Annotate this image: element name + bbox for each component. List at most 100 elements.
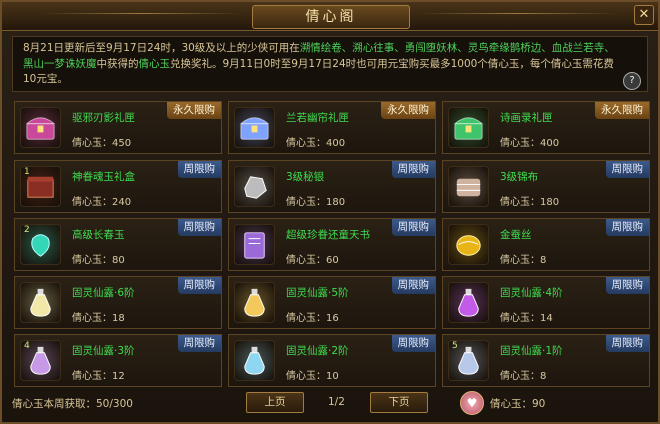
limit-badge: 周限购 [177, 335, 221, 352]
item-slot[interactable] [234, 282, 275, 323]
item-name: 固灵仙露·3阶 [72, 345, 135, 357]
item-card[interactable]: 诗画录礼匣倩心玉：400 永久限购 [442, 101, 650, 154]
item-level: 1 [24, 167, 30, 177]
close-button[interactable]: ✕ [634, 5, 654, 25]
item-slot[interactable]: 1 [20, 166, 61, 207]
item-card[interactable]: 超级珍眷还童天书 倩心玉：60 周限购 [228, 218, 436, 271]
item-price: 倩心玉：12 [72, 367, 125, 382]
limit-badge: 周限购 [391, 219, 435, 236]
heart-jade-icon: ♥ [460, 391, 484, 415]
price-label: 倩心玉： [286, 255, 326, 266]
item-slot[interactable]: 5 [448, 340, 489, 381]
next-page-button[interactable]: 下页 [370, 392, 428, 413]
item-card[interactable]: 2 高级长春玉 倩心玉：80 周限购 [14, 218, 222, 271]
item-name: 诗画录礼匣 [500, 112, 553, 124]
title-ornament-left [42, 13, 242, 14]
item-card[interactable]: 固灵仙露·4阶 倩心玉：14 周限购 [442, 276, 650, 329]
price-value: 180 [326, 197, 346, 208]
prev-page-button[interactable]: 上页 [246, 392, 304, 413]
price-label: 倩心玉： [286, 371, 326, 382]
item-card[interactable]: 驱邪刃影礼匣 倩心玉：450 永久限购 [14, 101, 222, 154]
item-card[interactable]: 3级锦布 倩心玉：180 周限购 [442, 160, 650, 213]
limit-badge: 永久限购 [167, 102, 221, 119]
item-price: 倩心玉：18 [72, 309, 125, 324]
item-slot[interactable]: 2 [20, 224, 61, 265]
price-label: 倩心玉： [286, 138, 326, 149]
price-label: 倩心玉： [286, 197, 326, 208]
price-value: 14 [540, 313, 553, 324]
item-card[interactable]: 1 神眷魂玉礼盒 倩心玉：240 周限购 [14, 160, 222, 213]
item-potion-icon [458, 288, 479, 317]
item-card[interactable]: 4 固灵仙露·3阶 倩心玉：12 周限购 [14, 334, 222, 387]
item-price: 倩心玉：240 [72, 193, 131, 208]
item-name: 固灵仙露·2阶 [286, 345, 349, 357]
item-price: 倩心玉：400 [500, 134, 559, 149]
item-chest-icon [239, 117, 270, 140]
limit-badge: 永久限购 [595, 102, 649, 119]
limit-badge: 周限购 [605, 277, 649, 294]
item-name: 金蚕丝 [500, 229, 532, 241]
item-card[interactable]: 5 固灵仙露·1阶 倩心玉：8 周限购 [442, 334, 650, 387]
item-slot[interactable] [20, 107, 61, 148]
price-value: 450 [112, 138, 132, 149]
item-slot[interactable] [20, 282, 61, 323]
notice-highlight-currency: 倩心玉 [138, 57, 171, 70]
price-label: 倩心玉： [72, 255, 112, 266]
item-slot[interactable] [448, 166, 489, 207]
item-name: 高级长春玉 [72, 229, 125, 241]
limit-badge: 周限购 [391, 335, 435, 352]
limit-badge: 周限购 [391, 277, 435, 294]
notice-text-1: 8月21日更新后至9月17日24时，30级及以上的少侠可用在 [23, 42, 300, 54]
item-price: 倩心玉：180 [286, 193, 345, 208]
item-silk-icon [456, 235, 481, 256]
price-label: 倩心玉： [500, 255, 540, 266]
item-price: 倩心玉：8 [500, 367, 546, 382]
item-slot[interactable] [448, 224, 489, 265]
item-chest-icon [25, 117, 56, 140]
store-window: 倩心阁 ✕ 8月21日更新后至9月17日24时，30级及以上的少侠可用在溯情绘卷… [0, 0, 660, 424]
price-label: 倩心玉： [72, 371, 112, 382]
price-value: 10 [326, 371, 339, 382]
window-title: 倩心阁 [252, 5, 410, 29]
price-value: 18 [112, 313, 125, 324]
item-card[interactable]: 固灵仙露·5阶 倩心玉：16 周限购 [228, 276, 436, 329]
item-card[interactable]: 固灵仙露·2阶 倩心玉：10 周限购 [228, 334, 436, 387]
item-price: 倩心玉：400 [286, 134, 345, 149]
item-slot[interactable] [234, 107, 275, 148]
item-card[interactable]: 兰若幽帘礼匣 倩心玉：400 永久限购 [228, 101, 436, 154]
item-slot[interactable] [234, 166, 275, 207]
limit-badge: 周限购 [605, 335, 649, 352]
item-card[interactable]: 3级秘银倩心玉：180 周限购 [228, 160, 436, 213]
limit-badge: 周限购 [391, 161, 435, 178]
price-label: 倩心玉： [500, 313, 540, 324]
item-name: 3级秘银 [286, 171, 325, 183]
item-slot[interactable] [448, 282, 489, 323]
item-name: 兰若幽帘礼匣 [286, 112, 349, 124]
page-indicator: 1/2 [328, 396, 345, 408]
price-value: 16 [326, 313, 339, 324]
item-name: 神眷魂玉礼盒 [72, 171, 135, 183]
price-value: 8 [540, 255, 547, 266]
balance-label: 倩心玉： [490, 398, 532, 410]
event-notice: 8月21日更新后至9月17日24时，30级及以上的少侠可用在溯情绘卷、溯心往事、… [12, 36, 648, 92]
help-icon[interactable]: ? [623, 72, 641, 90]
item-card[interactable]: 金蚕丝 倩心玉：8 周限购 [442, 218, 650, 271]
item-name: 固灵仙露·6阶 [72, 287, 135, 299]
item-card[interactable]: 固灵仙露·6阶 倩心玉：18 周限购 [14, 276, 222, 329]
item-price: 倩心玉：16 [286, 309, 339, 324]
item-price: 倩心玉：450 [72, 134, 131, 149]
item-potion-icon [244, 346, 265, 375]
item-slot[interactable] [234, 340, 275, 381]
item-name: 驱邪刃影礼匣 [72, 112, 135, 124]
limit-badge: 永久限购 [381, 102, 435, 119]
item-level: 2 [24, 225, 30, 235]
item-slot[interactable] [234, 224, 275, 265]
notice-text-2: 中获得的 [96, 57, 139, 70]
item-chest-icon [453, 117, 484, 140]
price-label: 倩心玉： [286, 313, 326, 324]
item-slot[interactable] [448, 107, 489, 148]
item-slot[interactable]: 4 [20, 340, 61, 381]
item-potion-icon [244, 288, 265, 317]
limit-badge: 周限购 [177, 161, 221, 178]
item-name: 固灵仙露·5阶 [286, 287, 349, 299]
